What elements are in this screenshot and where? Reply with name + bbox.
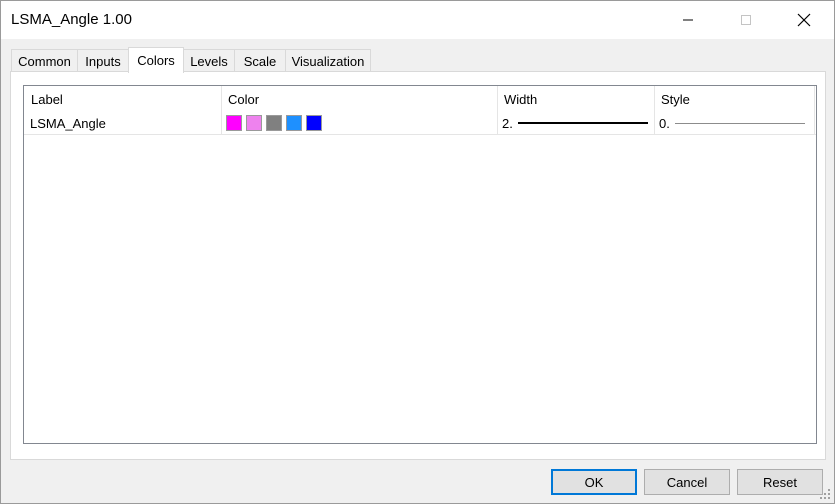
style-value: 0. [659,115,670,131]
color-swatch-4[interactable] [286,115,302,131]
reset-button[interactable]: Reset [737,469,823,495]
minimize-icon [683,19,693,21]
row-label: LSMA_Angle [30,115,106,131]
title-bar: LSMA_Angle 1.00 [1,1,834,39]
column-header-width[interactable]: Width [497,86,654,112]
column-header-label[interactable]: Label [24,86,221,112]
width-line-preview [518,122,648,124]
maximize-button[interactable] [723,1,769,39]
colors-panel: Label Color Width Style LSMA_Angle 2. 0. [10,71,826,460]
column-header-style[interactable]: Style [654,86,814,112]
tab-visualization[interactable]: Visualization [285,49,371,72]
close-icon [797,13,811,27]
color-swatch-2[interactable] [246,115,262,131]
tab-colors[interactable]: Colors [128,47,184,73]
table-row[interactable]: LSMA_Angle 2. 0. [24,112,816,135]
close-button[interactable] [781,1,827,39]
minimize-button[interactable] [665,1,711,39]
color-swatch-5[interactable] [306,115,322,131]
tab-common[interactable]: Common [11,49,78,72]
tab-levels[interactable]: Levels [183,49,235,72]
tab-inputs[interactable]: Inputs [77,49,129,72]
style-select[interactable]: 0. [659,112,811,134]
style-line-preview [675,123,805,124]
colors-table: Label Color Width Style LSMA_Angle 2. 0. [23,85,817,444]
ok-button[interactable]: OK [551,469,637,495]
width-select[interactable]: 2. [502,112,652,134]
tab-scale[interactable]: Scale [234,49,286,72]
window-title: LSMA_Angle 1.00 [11,11,132,28]
color-swatch-3[interactable] [266,115,282,131]
dialog-window: LSMA_Angle 1.00 Common Inputs Colors Lev… [0,0,835,504]
color-swatch-1[interactable] [226,115,242,131]
color-swatches [226,112,326,134]
resize-grip-icon[interactable] [820,489,830,499]
maximize-icon [741,15,751,25]
column-header-color[interactable]: Color [221,86,497,112]
table-header: Label Color Width Style [24,86,816,112]
width-value: 2. [502,115,513,131]
cancel-button[interactable]: Cancel [644,469,730,495]
